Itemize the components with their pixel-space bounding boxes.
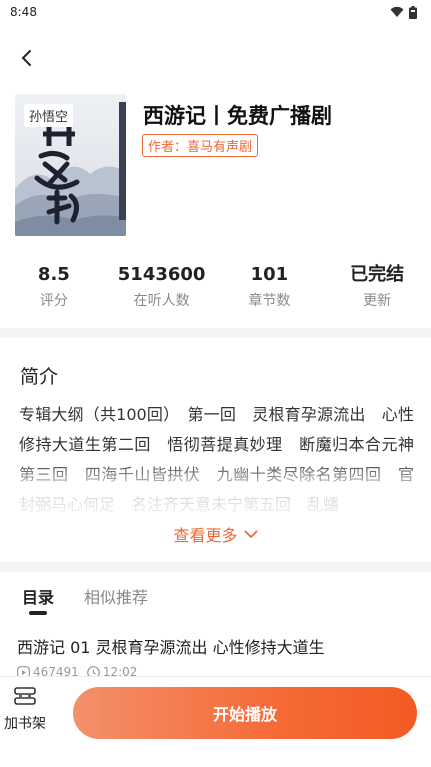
- author-badge[interactable]: 作者：喜马有声剧: [142, 134, 259, 157]
- album-stats: 8.5 评分 5143600 在听人数 101 章节数 已完结 更新: [0, 262, 431, 314]
- intro-heading: 简介: [20, 366, 59, 388]
- add-to-shelf-button[interactable]: 加书架: [0, 687, 50, 733]
- stat-label: 章节数: [248, 293, 291, 309]
- section-divider: [0, 562, 431, 572]
- back-button[interactable]: [12, 44, 40, 72]
- bookshelf-icon: [14, 687, 36, 705]
- tab-similar[interactable]: 相似推荐: [84, 584, 148, 608]
- stat-rating: 8.5 评分: [0, 262, 108, 314]
- stat-label: 更新: [363, 293, 392, 309]
- episode-title[interactable]: 西游记 01 灵根育孕源流出 心性修持大道生: [17, 634, 325, 658]
- stat-value: 已完结: [350, 264, 405, 285]
- album-title: 西游记丨免费广播剧: [143, 104, 332, 128]
- battery-icon: [409, 5, 417, 19]
- stat-value: 101: [250, 264, 289, 285]
- content-tabs: 目录 相似推荐: [22, 584, 148, 608]
- stat-value: 8.5: [37, 264, 70, 285]
- active-tab-indicator: [29, 611, 47, 615]
- status-time: 8:48: [10, 5, 37, 19]
- start-play-button[interactable]: 开始播放: [73, 687, 417, 739]
- album-cover[interactable]: 孙悟空: [15, 94, 126, 236]
- add-to-shelf-label: 加书架: [4, 716, 46, 732]
- intro-fade: [19, 460, 414, 518]
- status-icons: [390, 5, 417, 19]
- status-bar: 8:48: [0, 0, 431, 24]
- chevron-left-icon: [21, 50, 31, 66]
- album-header: 孙悟空 西游记丨免费广播剧 作者：喜马有声剧: [15, 94, 420, 236]
- bottom-action-bar: 加书架 开始播放: [0, 676, 431, 767]
- stat-listeners: 5143600 在听人数: [108, 262, 216, 314]
- start-play-label: 开始播放: [212, 705, 277, 724]
- stat-label: 在听人数: [133, 293, 190, 309]
- section-divider: [0, 328, 431, 338]
- stat-update: 已完结 更新: [323, 262, 431, 314]
- see-more-label: 查看更多: [173, 526, 238, 545]
- stat-value: 5143600: [117, 264, 206, 285]
- see-more-button[interactable]: 查看更多: [0, 522, 431, 546]
- wifi-icon: [390, 6, 404, 17]
- intro-content: 专辑大纲（共100回） 第一回 灵根育孕源流出 心性修持大道生第二回 悟彻菩提真…: [19, 400, 414, 518]
- tab-catalog[interactable]: 目录: [22, 584, 54, 608]
- cover-tag: 孙悟空: [24, 104, 74, 127]
- stat-chapters: 101 章节数: [216, 262, 324, 314]
- chevron-down-icon: [244, 530, 257, 538]
- stat-label: 评分: [39, 293, 68, 309]
